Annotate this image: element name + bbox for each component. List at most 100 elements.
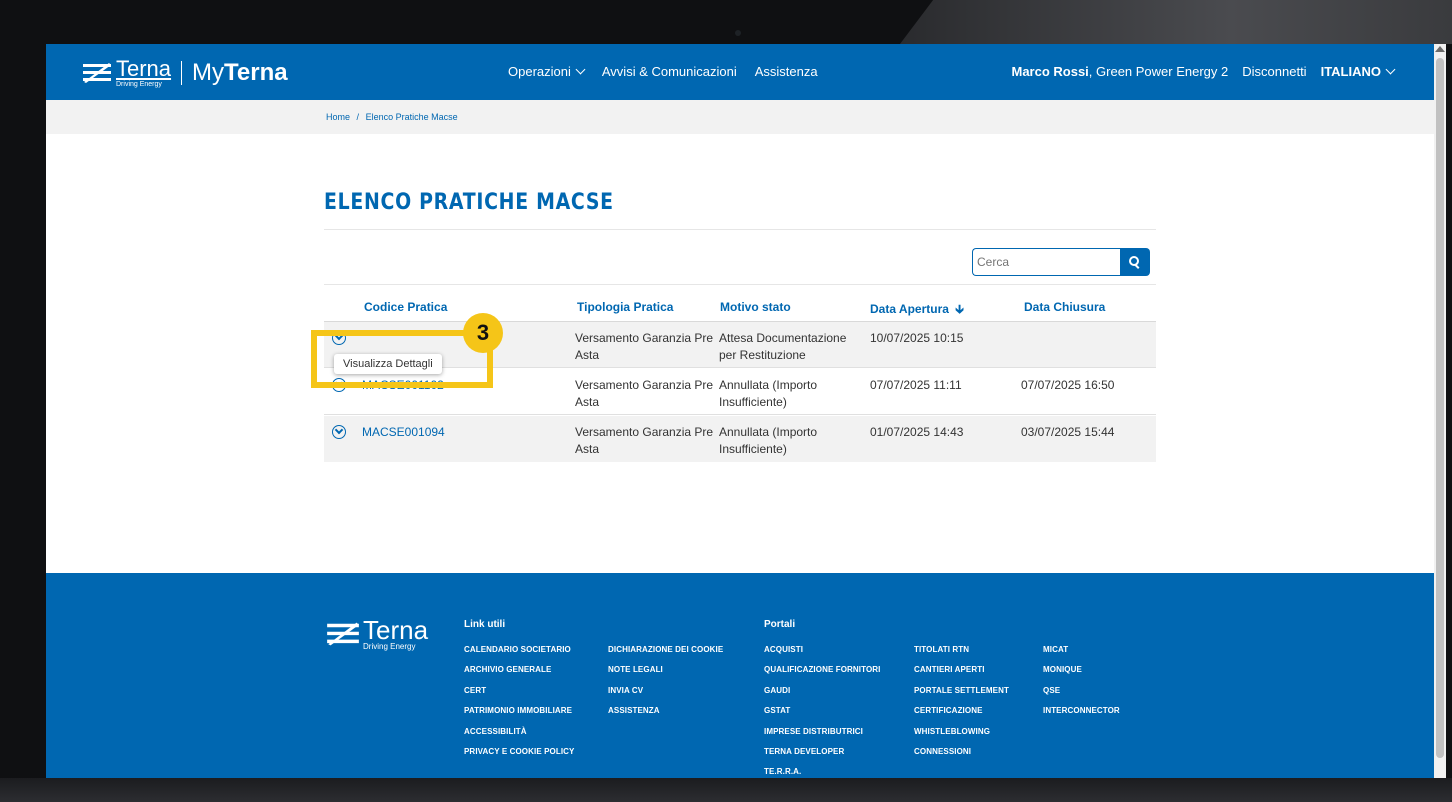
terna-logo-icon (83, 63, 111, 83)
vertical-scrollbar[interactable] (1434, 44, 1446, 778)
footer-heading-portali: Portali (764, 619, 796, 630)
myterna-logo[interactable]: Terna Driving Energy MyTerna (82, 56, 288, 88)
nav-operazioni[interactable]: Operazioni (508, 64, 586, 79)
scroll-up-arrow-icon[interactable] (1435, 46, 1445, 52)
language-label: ITALIANO (1320, 64, 1381, 79)
footer-link[interactable]: ACQUISTI (764, 645, 880, 665)
row-close-date: 03/07/2025 15:44 (1021, 425, 1115, 439)
footer-links-col1: CALENDARIO SOCIETARIO ARCHIVIO GENERALE … (464, 645, 574, 767)
scrollbar-thumb[interactable] (1436, 58, 1444, 758)
breadcrumb-current: Elenco Pratiche Macse (365, 112, 458, 122)
search-box (972, 248, 1150, 276)
footer-link[interactable]: WHISTLEBLOWING (914, 727, 1009, 747)
callout-step-number: 3 (463, 313, 503, 353)
row-code-link[interactable]: MACSE001094 (362, 424, 445, 441)
row-close-date: 07/07/2025 16:50 (1021, 378, 1115, 392)
row-open-date: 07/07/2025 11:11 (870, 378, 962, 392)
footer-link[interactable]: CALENDARIO SOCIETARIO (464, 645, 574, 665)
row-divider (324, 414, 1156, 415)
row-type: Versamento Garanzia Pre Asta (575, 424, 713, 458)
row-reason: Annullata (Importo Insufficiente) (719, 424, 817, 458)
sort-arrow-down-icon: 🡳 (955, 302, 964, 316)
row-type: Versamento Garanzia Pre Asta (575, 330, 713, 364)
footer-link[interactable]: ACCESSIBILITÀ (464, 727, 574, 747)
footer-link[interactable]: PRIVACY E COOKIE POLICY (464, 747, 574, 767)
col-header-open-date[interactable]: Data Apertura 🡳 (870, 300, 964, 321)
row-type-line2: Asta (575, 442, 600, 456)
row-reason-line2: Insufficiente) (719, 442, 787, 456)
row-type-line2: Asta (575, 348, 600, 362)
footer-portali-col2: TITOLATI RTN CANTIERI APERTI PORTALE SET… (914, 645, 1009, 767)
footer-link[interactable]: NOTE LEGALI (608, 665, 723, 685)
footer-link[interactable]: MICAT (1043, 645, 1120, 665)
logout-link[interactable]: Disconnetti (1242, 64, 1306, 79)
footer-link[interactable]: DICHIARAZIONE DEI COOKIE (608, 645, 723, 665)
footer-link[interactable]: ARCHIVIO GENERALE (464, 665, 574, 685)
row-reason-line1: Attesa Documentazione (719, 331, 847, 345)
chevron-down-icon (1385, 64, 1396, 75)
footer-link[interactable]: CONNESSIONI (914, 747, 1009, 767)
table-top-divider (324, 284, 1156, 285)
main-nav: Operazioni Avvisi & Comunicazioni Assist… (508, 64, 836, 79)
nav-avvisi[interactable]: Avvisi & Comunicazioni (602, 64, 737, 79)
row-type-line2: Asta (575, 395, 600, 409)
breadcrumb-bar: Home / Elenco Pratiche Macse (46, 100, 1434, 134)
title-divider (324, 229, 1156, 230)
col-header-reason[interactable]: Motivo stato (720, 300, 791, 314)
footer-link[interactable]: CERTIFICAZIONE (914, 706, 1009, 726)
row-reason: Annullata (Importo Insufficiente) (719, 377, 817, 411)
expand-toggle-icon[interactable] (332, 425, 346, 439)
footer-link[interactable]: TERNA DEVELOPER (764, 747, 880, 767)
footer-link[interactable]: GSTAT (764, 706, 880, 726)
camera-dot (735, 30, 741, 36)
footer-link[interactable]: INTERCONNECTOR (1043, 706, 1120, 726)
footer-portali-col3: MICAT MONIQUE QSE INTERCONNECTOR (1043, 645, 1120, 727)
nav-avvisi-label: Avvisi & Comunicazioni (601, 64, 737, 79)
table-row: MACSE001094 Versamento Garanzia Pre Asta… (324, 416, 1156, 462)
row-reason-line1: Annullata (Importo (719, 425, 818, 439)
footer-link[interactable]: CERT (464, 686, 574, 706)
footer-link[interactable]: PORTALE SETTLEMENT (914, 686, 1009, 706)
footer-link[interactable]: INVIA CV (608, 686, 723, 706)
footer-link[interactable]: IMPRESE DISTRIBUTRICI (764, 727, 880, 747)
footer-link[interactable]: GAUDI (764, 686, 880, 706)
logo-myterna: MyTerna (192, 59, 288, 86)
footer-link[interactable]: QUALIFICAZIONE FORNITORI (764, 665, 880, 685)
footer-link[interactable]: MONIQUE (1043, 665, 1120, 685)
footer-logo-tagline: Driving Energy (363, 642, 416, 651)
table-header: Codice Pratica Tipologia Pratica Motivo … (324, 300, 1156, 320)
breadcrumb: Home / Elenco Pratiche Macse (326, 112, 462, 122)
col-header-close-date[interactable]: Data Chiusura (1024, 300, 1105, 314)
row-type-line1: Versamento Garanzia Pre (575, 425, 714, 439)
footer-heading-link-utili: Link utili (464, 619, 506, 630)
col-header-open-label: Data Apertura (870, 302, 949, 316)
footer-logo[interactable]: Terna Driving Energy (326, 617, 428, 651)
breadcrumb-separator: / (356, 112, 360, 122)
page-title: ELENCO PRATICHE MACSE (324, 190, 614, 215)
row-reason-line1: Annullata (Importo (719, 378, 818, 392)
terna-logo-icon (327, 622, 359, 646)
nav-assistenza[interactable]: Assistenza (755, 64, 818, 79)
top-header: Terna Driving Energy MyTerna Operazioni … (46, 44, 1434, 100)
footer-link[interactable]: CANTIERI APERTI (914, 665, 1009, 685)
footer-portali-col1: ACQUISTI QUALIFICAZIONE FORNITORI GAUDI … (764, 645, 880, 778)
logo-divider (181, 61, 183, 85)
row-type-line1: Versamento Garanzia Pre (575, 331, 714, 345)
search-input[interactable] (972, 248, 1120, 276)
footer-link[interactable]: PATRIMONIO IMMOBILIARE (464, 706, 574, 726)
laptop-base (0, 778, 1452, 802)
language-selector[interactable]: ITALIANO (1320, 64, 1396, 79)
footer-link[interactable]: TE.R.R.A. (764, 767, 880, 778)
footer-link[interactable]: TITOLATI RTN (914, 645, 1009, 665)
row-reason: Attesa Documentazione per Restituzione (719, 330, 846, 364)
search-button[interactable] (1120, 248, 1150, 276)
footer-link[interactable]: QSE (1043, 686, 1120, 706)
browser-viewport: Terna Driving Energy MyTerna Operazioni … (46, 44, 1434, 778)
footer-link[interactable]: ASSISTENZA (608, 706, 723, 726)
col-header-type[interactable]: Tipologia Pratica (577, 300, 673, 314)
col-header-code[interactable]: Codice Pratica (364, 300, 447, 314)
row-open-date: 01/07/2025 14:43 (870, 425, 964, 439)
breadcrumb-home[interactable]: Home (326, 112, 350, 122)
logo-brand: Terna (116, 56, 172, 81)
nav-operazioni-label: Operazioni (508, 64, 571, 79)
